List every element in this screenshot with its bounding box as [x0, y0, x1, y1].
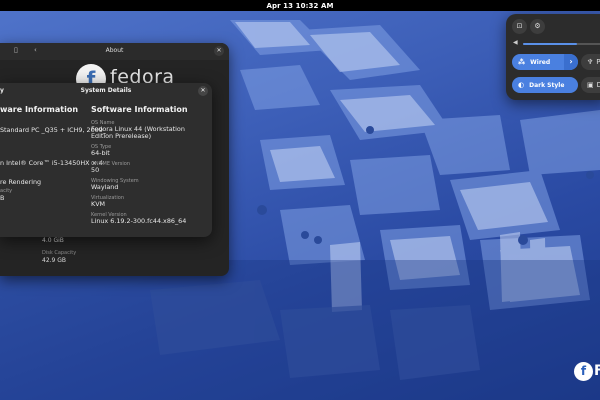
disk-capacity-value: 42.9 GB: [42, 257, 67, 264]
second-grey-tile[interactable]: ▣ D: [581, 77, 600, 93]
fedora-badge-text: F: [594, 363, 600, 379]
kernel-version-value: Linux 6.19.2-300.fc44.x86_64: [91, 217, 187, 225]
software-heading: Software Information: [91, 105, 188, 114]
volume-slider-fill: [523, 43, 577, 45]
os-name-value: Fedora Linux 44 (Workstation Edition Pre…: [91, 125, 185, 141]
top-bar: Apr 13 10:32 AM: [0, 0, 600, 11]
dark-style-icon: ◐: [518, 81, 525, 89]
wired-label: Wired: [530, 58, 551, 66]
disk-capacity-label: Disk Capacity: [42, 250, 77, 256]
hardware-heading: ware Information: [0, 105, 79, 114]
settings-gear-icon[interactable]: ⚙: [530, 19, 545, 34]
virtualization-value: KVM: [91, 200, 106, 208]
volume-icon: ◀: [513, 39, 518, 46]
gnome-version-value: 50: [91, 166, 100, 174]
system-details-title: System Details: [80, 87, 132, 94]
disk-capacity-value: B: [0, 194, 5, 202]
windowing-system-value: Wayland: [91, 183, 119, 191]
os-type-value: 64-bit: [91, 149, 110, 157]
graphics-value: re Rendering: [0, 178, 42, 186]
processor-value: n Intel® Core™ i5-13450HX × 4: [0, 159, 104, 167]
about-headerbar: ▯ ‹ About ✕: [0, 43, 229, 60]
volume-slider[interactable]: [523, 43, 600, 45]
tile-icon: ▣: [587, 81, 594, 89]
power-tile-label: P: [596, 58, 600, 66]
close-icon[interactable]: ✕: [198, 86, 208, 96]
screenshot-icon[interactable]: ⊡: [512, 19, 527, 34]
dark-style-tile[interactable]: ◐ Dark Style: [512, 77, 578, 93]
network-wired-icon: ⁂: [518, 58, 526, 66]
power-tile[interactable]: ♆ P: [581, 54, 600, 70]
second-grey-tile-label: D: [596, 81, 600, 89]
dark-style-label: Dark Style: [529, 81, 565, 89]
clock[interactable]: Apr 13 10:32 AM: [266, 2, 333, 10]
close-icon[interactable]: ✕: [214, 46, 224, 56]
about-title: About: [105, 47, 124, 54]
power-tile-icon: ♆: [587, 58, 594, 66]
system-details-dialog: y System Details ✕ ware Information Stan…: [0, 83, 212, 237]
wired-network-tile[interactable]: ⁂ Wired ›: [512, 54, 578, 70]
memory-value: 4.0 GiB: [42, 237, 64, 244]
fedora-badge-icon: f: [574, 362, 593, 381]
